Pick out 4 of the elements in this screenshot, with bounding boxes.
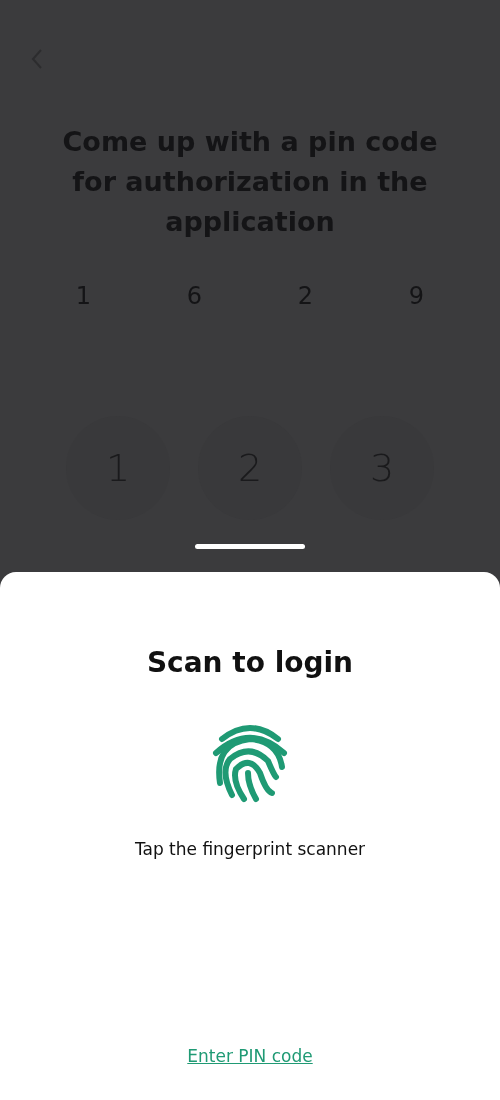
sheet-title: Scan to login: [146, 646, 354, 679]
sheet-hint: Tap the fingerprint scanner: [134, 839, 366, 859]
enter-pin-link[interactable]: Enter PIN code: [187, 1046, 313, 1066]
sheet-handle[interactable]: [195, 544, 305, 549]
